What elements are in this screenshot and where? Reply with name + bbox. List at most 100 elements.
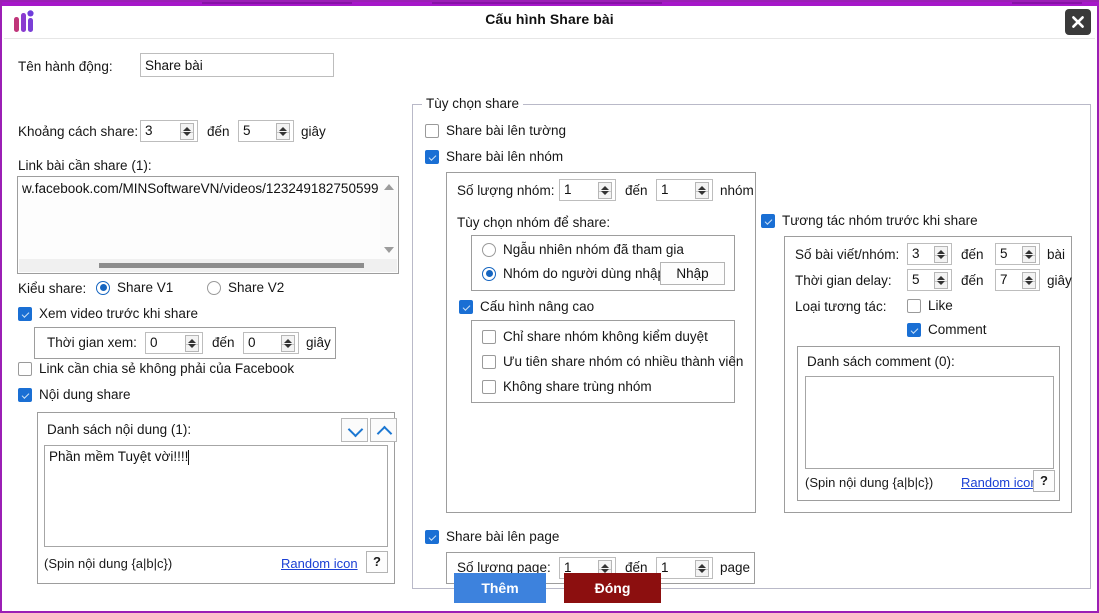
group-settings-panel: Số lượng nhóm: 1 đến 1 nhóm Tùy chọn nhó… [446,172,756,513]
group-count-to-value: 1 [661,182,669,197]
watch-time-from-stepper[interactable]: 0 [145,332,203,354]
checkbox-share-wall-box [425,124,439,138]
watch-time-to-stepper[interactable]: 0 [243,332,299,354]
radio-share-v2-dot [207,281,221,295]
content-list-label: Danh sách nội dung (1): [47,422,191,437]
chevron-down-icon[interactable] [341,418,368,442]
config-share-window: Cấu hình Share bài Tên hành động: Khoảng… [0,0,1099,613]
interval-from-value: 3 [145,123,153,138]
checkbox-share-group-box [425,150,439,164]
link-textarea-value: w.facebook.com/MINSoftwareVN/videos/1232… [22,181,378,196]
checkbox-watch-video-box [18,307,32,321]
group-count-unit-label: nhóm [720,183,754,198]
posts-to-stepper[interactable]: 5 [995,243,1040,265]
checkbox-share-page-box [425,530,439,544]
checkbox-like-label: Like [928,298,953,313]
checkbox-adv-no-moderation[interactable]: Chỉ share nhóm không kiểm duyệt [482,329,708,344]
interval-to-value: 5 [243,123,251,138]
link-vertical-scrollbar[interactable] [380,178,397,259]
close-dialog-button[interactable]: Đóng [564,573,661,603]
link-textarea-wrapper[interactable]: w.facebook.com/MINSoftwareVN/videos/1232… [17,176,399,274]
delay-to-stepper[interactable]: 7 [995,269,1040,291]
watch-time-between-label: đến [212,335,235,350]
posts-to-value: 5 [1000,246,1008,261]
radio-share-v1-label: Share V1 [117,280,173,295]
window-title: Cấu hình Share bài [4,11,1095,27]
group-count-to-stepper[interactable]: 1 [656,179,713,201]
watch-time-panel: Thời gian xem: 0 đến 0 giây [34,327,336,359]
group-count-label: Số lượng nhóm: [457,183,554,198]
checkbox-watch-video-label: Xem video trước khi share [39,306,198,321]
checkbox-adv-prefer-large[interactable]: Ưu tiên share nhóm có nhiều thành viên [482,354,743,369]
checkbox-not-facebook-link-label: Link cần chia sẻ không phải của Facebook [39,361,294,376]
dialog-body: Tên hành động: Khoảng cách share: 3 đến … [4,39,1095,609]
checkbox-adv-no-duplicate[interactable]: Không share trùng nhóm [482,379,652,394]
share-options-group-title: Tùy chọn share [422,96,523,111]
close-icon[interactable] [1065,9,1091,35]
delay-from-value: 5 [912,272,920,287]
radio-group-manual-dot [482,267,496,281]
content-list-panel: Danh sách nội dung (1): Phần mềm Tuyệt v… [37,412,395,584]
content-textarea-value: Phần mềm Tuyệt vời!!!! [49,449,188,464]
advanced-options-panel: Chỉ share nhóm không kiểm duyệt Ưu tiên … [471,320,735,403]
comment-textarea[interactable] [805,376,1054,469]
radio-share-v2[interactable]: Share V2 [207,280,284,295]
checkbox-advanced-config-label: Cấu hình nâng cao [480,299,594,314]
content-help-button[interactable]: ? [366,551,388,573]
comment-spin-hint: (Spin nội dung {a|b|c}) [805,475,933,490]
checkbox-not-facebook-link-box [18,362,32,376]
checkbox-content-share[interactable]: Nội dung share [18,387,131,402]
watch-time-unit-label: giây [306,335,331,350]
share-type-label: Kiểu share: [18,281,86,296]
add-button[interactable]: Thêm [454,573,546,603]
checkbox-watch-video[interactable]: Xem video trước khi share [18,306,198,321]
page-count-to-stepper[interactable]: 1 [656,557,713,579]
checkbox-comment-label: Comment [928,322,987,337]
link-horizontal-scrollbar[interactable] [19,259,397,272]
checkbox-adv-no-duplicate-label: Không share trùng nhóm [503,379,652,394]
interval-from-stepper[interactable]: 3 [140,120,198,142]
group-pick-label: Tùy chọn nhóm để share: [457,215,610,230]
content-random-icon-link[interactable]: Random icon [281,556,358,571]
delay-from-stepper[interactable]: 5 [907,269,952,291]
comment-list-panel: Danh sách comment (0): (Spin nội dung {a… [797,346,1060,501]
radio-share-v1[interactable]: Share V1 [96,280,173,295]
chevron-up-icon[interactable] [370,418,397,442]
title-bar: Cấu hình Share bài [4,6,1095,39]
group-count-between-label: đến [625,183,648,198]
checkbox-comment[interactable]: Comment [907,322,987,337]
group-count-from-value: 1 [564,182,572,197]
comment-random-icon-link[interactable]: Random icon [961,475,1038,490]
action-name-input[interactable] [140,53,334,77]
group-count-from-stepper[interactable]: 1 [559,179,616,201]
checkbox-like[interactable]: Like [907,298,953,313]
import-groups-button[interactable]: Nhập [660,262,725,285]
checkbox-comment-box [907,323,921,337]
checkbox-interact-before-share[interactable]: Tương tác nhóm trước khi share [761,213,978,228]
checkbox-not-facebook-link[interactable]: Link cần chia sẻ không phải của Facebook [18,361,294,376]
radio-group-random[interactable]: Ngẫu nhiên nhóm đã tham gia [482,242,684,257]
checkbox-interact-before-share-box [761,214,775,228]
checkbox-advanced-config[interactable]: Cấu hình nâng cao [459,299,594,314]
checkbox-share-page[interactable]: Share bài lên page [425,529,559,544]
posts-unit-label: bài [1047,247,1065,262]
checkbox-share-group[interactable]: Share bài lên nhóm [425,149,563,164]
checkbox-like-box [907,299,921,313]
content-spin-hint: (Spin nội dung {a|b|c}) [44,556,172,571]
checkbox-adv-no-moderation-label: Chỉ share nhóm không kiểm duyệt [503,329,708,344]
delay-between-label: đến [961,273,984,288]
radio-group-manual[interactable]: Nhóm do người dùng nhập [482,266,665,281]
interval-to-stepper[interactable]: 5 [238,120,294,142]
checkbox-adv-no-duplicate-box [482,380,496,394]
share-options-group: Tùy chọn share Share bài lên tường Share… [412,104,1091,589]
watch-time-from-value: 0 [150,335,158,350]
radio-group-random-label: Ngẫu nhiên nhóm đã tham gia [503,242,684,257]
interval-label: Khoảng cách share: [18,124,138,139]
radio-group-random-dot [482,243,496,257]
content-textarea[interactable]: Phần mềm Tuyệt vời!!!! [44,445,388,547]
comment-help-button[interactable]: ? [1033,470,1055,492]
interaction-type-label: Loại tương tác: [795,299,886,314]
checkbox-share-wall[interactable]: Share bài lên tường [425,123,566,138]
checkbox-adv-prefer-large-label: Ưu tiên share nhóm có nhiều thành viên [503,354,743,369]
posts-from-stepper[interactable]: 3 [907,243,952,265]
